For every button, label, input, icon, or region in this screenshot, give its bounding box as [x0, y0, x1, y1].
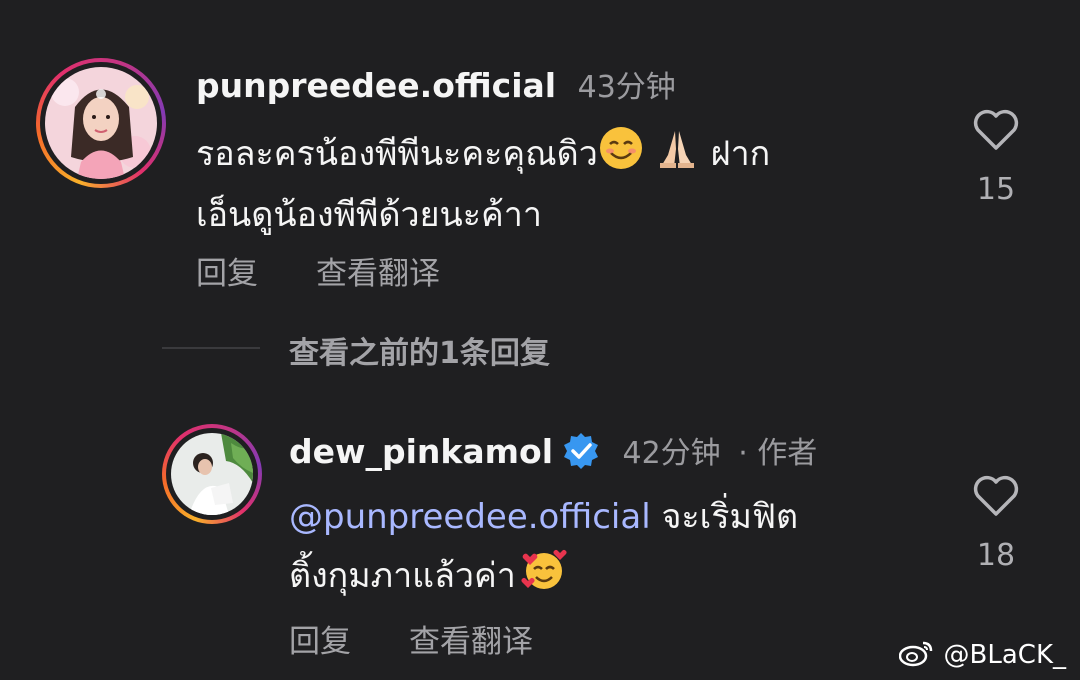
- timestamp: 43分钟: [577, 70, 676, 105]
- translate-button[interactable]: 查看翻译: [409, 616, 533, 661]
- heart-icon[interactable]: [972, 108, 1020, 152]
- comment-text: รอละครน้องพีพีนะคะคุณดิว ฝาก เอ็นดูน้องพ…: [196, 125, 770, 243]
- reply-button[interactable]: 回复: [289, 616, 351, 661]
- view-previous-replies-link[interactable]: 查看之前的1条回复: [289, 328, 550, 372]
- username[interactable]: punpreedee.official 43分钟: [196, 62, 676, 106]
- smiling-face-with-hearts-emoji: [520, 545, 568, 610]
- reply-button[interactable]: 回复: [196, 248, 258, 293]
- avatar[interactable]: [45, 67, 157, 179]
- watermark: @BLaCK_: [899, 639, 1066, 670]
- avatar[interactable]: [171, 433, 253, 515]
- weibo-logo-icon: [899, 639, 935, 667]
- folded-hands-emoji: [654, 125, 700, 188]
- verified-badge-icon: [561, 431, 601, 471]
- username[interactable]: dew_pinkamol 42分钟 · 作者: [289, 428, 817, 472]
- author-tag: · 作者: [738, 436, 818, 471]
- smiling-face-emoji: [598, 125, 644, 188]
- avatar-story-ring[interactable]: [162, 424, 262, 524]
- divider: [162, 347, 260, 349]
- like-count: 18: [976, 538, 1016, 573]
- comment-text: @punpreedee.official จะเริ่มฟิต ติ้งกุมภ…: [289, 490, 798, 610]
- heart-icon[interactable]: [972, 474, 1020, 518]
- avatar-story-ring[interactable]: [36, 58, 166, 188]
- translate-button[interactable]: 查看翻译: [316, 248, 440, 293]
- like-count: 15: [976, 172, 1016, 207]
- mention-link[interactable]: @punpreedee.official: [289, 497, 651, 537]
- timestamp: 42分钟: [622, 436, 721, 471]
